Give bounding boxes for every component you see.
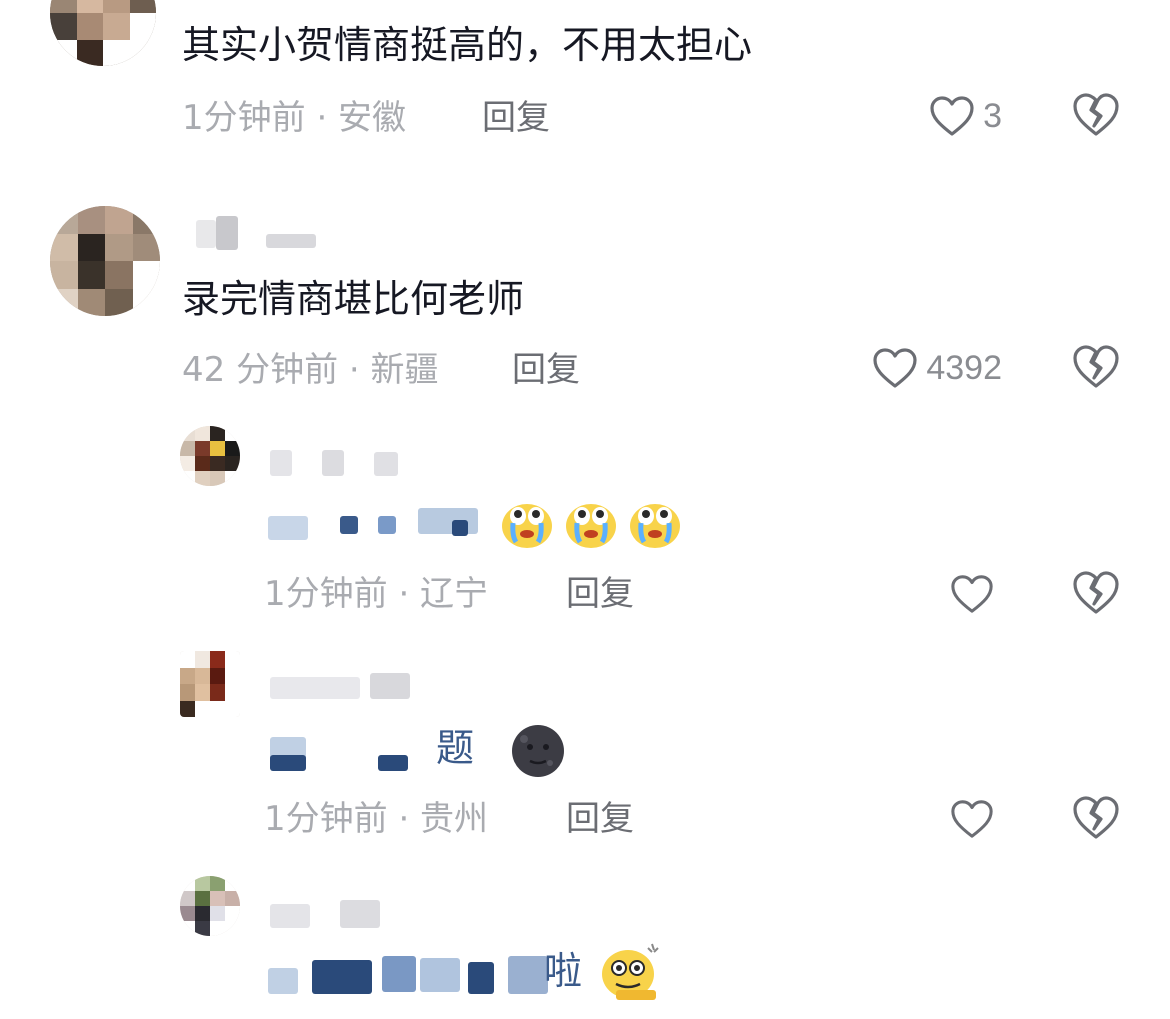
- heart-icon: [873, 348, 917, 388]
- reply-item: 啦: [0, 870, 1170, 1019]
- username-blurred[interactable]: [270, 450, 400, 480]
- like-button[interactable]: [950, 795, 1002, 843]
- comment-text: 录完情商堪比何老师: [182, 277, 525, 321]
- comment-meta: 42 分钟前 · 新疆: [182, 350, 439, 390]
- comment-text: 其实小贺情商挺高的，不用太担心: [182, 23, 753, 67]
- username-blurred[interactable]: [270, 900, 390, 930]
- comment-text-visible: 题: [436, 726, 475, 770]
- avatar-mosaic: [180, 876, 240, 936]
- username-blurred[interactable]: [270, 667, 430, 699]
- avatar[interactable]: [50, 206, 160, 316]
- crying-face-emoji: [630, 504, 680, 548]
- avatar-mosaic: [50, 0, 156, 66]
- avatar[interactable]: [180, 876, 240, 936]
- comment-meta: 1分钟前 · 贵州: [264, 799, 489, 839]
- avatar[interactable]: [180, 426, 240, 486]
- comment-item: 其实小贺情商挺高的，不用太担心 1分钟前 · 安徽 回复 3: [0, 0, 1170, 160]
- comment-text-blurred: [268, 502, 498, 542]
- broken-heart-icon: [1073, 345, 1119, 388]
- reply-button[interactable]: 回复: [512, 350, 580, 390]
- dark-moon-face-emoji: [512, 725, 564, 777]
- dislike-button[interactable]: [1072, 92, 1120, 140]
- avatar-mosaic: [50, 206, 160, 316]
- reply-item: 1分钟前 · 辽宁 回复: [0, 420, 1170, 630]
- broken-heart-icon: [1073, 571, 1119, 614]
- crying-face-emoji: [502, 504, 552, 548]
- reply-button[interactable]: 回复: [566, 574, 634, 614]
- comment-meta: 1分钟前 · 辽宁: [264, 574, 489, 614]
- heart-icon: [930, 96, 974, 136]
- dislike-button[interactable]: [1072, 795, 1120, 843]
- reply-item: 题 1分钟前 · 贵州 回复: [0, 645, 1170, 860]
- heart-icon: [951, 800, 993, 838]
- avatar-mosaic: [180, 426, 240, 486]
- broken-heart-icon: [1073, 93, 1119, 136]
- like-count: 4392: [926, 348, 1002, 387]
- like-button[interactable]: 4392: [830, 344, 1002, 392]
- like-button[interactable]: [950, 570, 1002, 618]
- dizzy-face-emoji: [602, 943, 659, 1000]
- like-button[interactable]: 3: [900, 92, 1002, 140]
- like-count: 3: [983, 96, 1002, 135]
- avatar[interactable]: [180, 651, 240, 717]
- avatar[interactable]: [50, 0, 156, 66]
- dislike-button[interactable]: [1072, 570, 1120, 618]
- emoji-row: [500, 496, 682, 554]
- avatar-mosaic: [180, 651, 240, 717]
- dislike-button[interactable]: [1072, 344, 1120, 392]
- heart-icon: [951, 575, 993, 613]
- crying-face-emoji: [566, 504, 616, 548]
- comment-text-visible: 啦: [544, 949, 583, 993]
- username-blurred[interactable]: [196, 216, 336, 250]
- comment-item: 录完情商堪比何老师 42 分钟前 · 新疆 回复 4392: [0, 200, 1170, 410]
- comment-meta: 1分钟前 · 安徽: [182, 98, 407, 138]
- comment-text-blurred: [268, 948, 568, 998]
- reply-button[interactable]: 回复: [482, 98, 550, 138]
- broken-heart-icon: [1073, 796, 1119, 839]
- reply-button[interactable]: 回复: [566, 799, 634, 839]
